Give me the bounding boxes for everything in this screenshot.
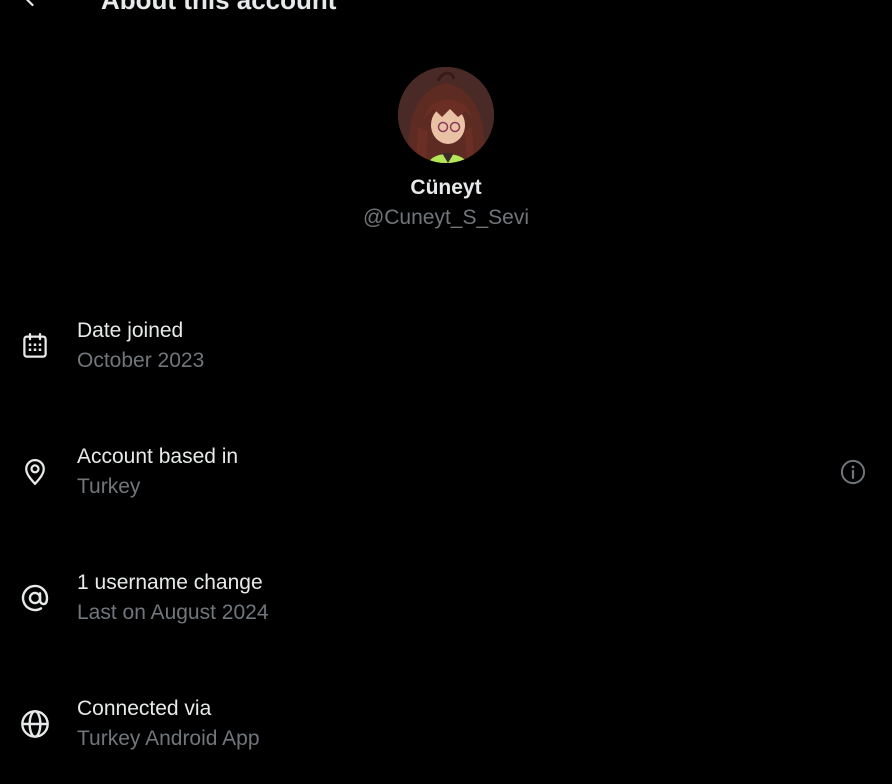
account-based-in-row: Account based in Turkey — [0, 442, 892, 532]
connected-via-row: Connected via Turkey Android App — [0, 694, 892, 784]
page-title: About this account — [101, 0, 337, 15]
location-pin-icon — [25, 459, 45, 485]
globe-icon — [21, 710, 49, 738]
account-location-info-button[interactable] — [838, 457, 868, 487]
account-based-in-value: Turkey — [77, 475, 141, 498]
globe-icon-wrap — [18, 707, 52, 741]
date-joined-value: October 2023 — [77, 349, 205, 372]
date-joined-row: Date joined October 2023 — [0, 316, 892, 406]
profile-summary: Cüneyt @Cuneyt_S_Sevi — [0, 67, 892, 231]
arrow-left-icon — [25, 0, 34, 7]
connected-via-label: Connected via — [77, 697, 212, 720]
date-joined-text: Date joined October 2023 — [77, 318, 204, 374]
avatar-image — [398, 67, 494, 163]
at-sign-icon — [21, 584, 49, 612]
info-icon — [840, 459, 866, 485]
display-name: Cüneyt — [410, 176, 482, 199]
calendar-icon — [23, 333, 47, 358]
date-joined-label: Date joined — [77, 319, 184, 342]
username-change-text: 1 username change Last on August 2024 — [77, 570, 269, 626]
username-change-label: 1 username change — [77, 571, 263, 594]
connected-via-text: Connected via Turkey Android App — [77, 696, 260, 752]
account-based-in-text: Account based in Turkey — [77, 444, 238, 500]
username-handle: @Cuneyt_S_Sevi — [362, 206, 530, 229]
account-based-in-label: Account based in — [77, 445, 239, 468]
avatar[interactable] — [398, 67, 494, 163]
header-bar: About this account — [0, 0, 892, 20]
connected-via-value: Turkey Android App — [77, 727, 260, 750]
back-button[interactable] — [14, 0, 46, 14]
calendar-icon-wrap — [18, 329, 52, 363]
username-change-value: Last on August 2024 — [77, 601, 269, 624]
username-change-row: 1 username change Last on August 2024 — [0, 568, 892, 658]
location-icon-wrap — [18, 455, 52, 489]
at-sign-icon-wrap — [18, 581, 52, 615]
